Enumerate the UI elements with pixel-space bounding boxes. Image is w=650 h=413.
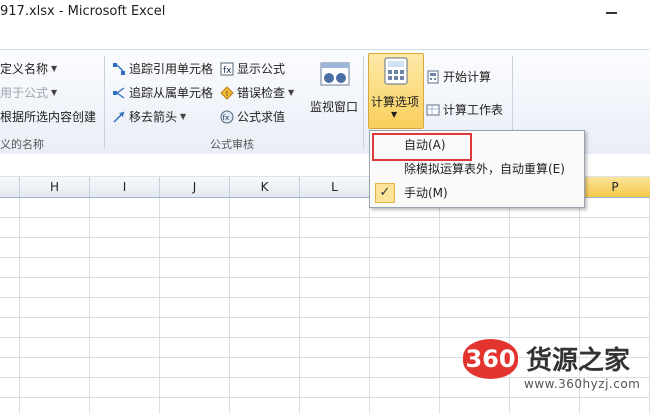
checkmark-icon: ✓ (375, 183, 395, 203)
show-formulas-label: 显示公式 (237, 62, 286, 76)
watch-window-icon (320, 62, 350, 86)
calculate-sheet-button[interactable]: 计算工作表 (426, 101, 503, 118)
menu-item-automatic-except-tables-label: 除模拟运算表外，自动重算(E) (404, 162, 565, 176)
column-header-partial[interactable] (0, 177, 20, 197)
watermark-url: www.360hyzj.com (524, 377, 641, 391)
watch-window-button[interactable]: 监视窗口 (310, 58, 360, 130)
calculation-options-menu: 自动(A) 除模拟运算表外，自动重算(E) ✓ 手动(M) (369, 130, 585, 208)
watermark-name: 货源之家 (526, 346, 631, 376)
trace-precedents-button[interactable]: 追踪引用单元格 (112, 60, 213, 77)
error-checking-button[interactable]: ! 错误检查 ▼ (220, 84, 294, 101)
evaluate-formula-label: 公式求值 (237, 110, 286, 124)
group-label-formula-auditing: 公式审核 (210, 138, 254, 151)
trace-dependents-button[interactable]: 追踪从属单元格 (112, 84, 213, 101)
column-header-p[interactable]: P (580, 177, 650, 197)
error-check-icon: ! (220, 85, 234, 100)
calculation-options-button[interactable]: 计算选项 ▼ (368, 53, 424, 129)
svg-text:!: ! (226, 90, 229, 98)
column-header-h[interactable]: H (20, 177, 90, 197)
calculate-sheet-icon (426, 104, 440, 115)
title-bar: 917.xlsx - Microsoft Excel (0, 0, 650, 27)
chevron-down-icon: ▼ (180, 112, 187, 121)
chevron-down-icon: ▼ (288, 88, 295, 97)
column-header-i[interactable]: I (90, 177, 160, 197)
menu-item-manual[interactable]: ✓ 手动(M) (370, 182, 584, 204)
calculate-now-label: 开始计算 (443, 70, 492, 84)
remove-arrows-button[interactable]: 移去箭头 ▼ (112, 108, 186, 125)
watermark-logo: 360 (463, 339, 518, 379)
define-name-button[interactable]: 定义名称 ▼ (0, 60, 57, 77)
group-divider (104, 56, 105, 148)
chevron-down-icon: ▼ (51, 64, 58, 73)
trace-precedents-icon (113, 62, 125, 75)
svg-text:fx: fx (223, 114, 230, 122)
minimize-button[interactable] (606, 12, 617, 14)
calculate-sheet-label: 计算工作表 (443, 103, 504, 117)
menu-item-manual-label: 手动(M) (404, 186, 448, 200)
column-header-k[interactable]: K (230, 177, 300, 197)
remove-arrows-label: 移去箭头 (129, 110, 178, 124)
create-from-selection-label: 根据所选内容创建 (0, 110, 97, 124)
window-title: 917.xlsx - Microsoft Excel (0, 4, 166, 19)
calculate-now-icon (427, 70, 439, 83)
calculation-options-label: 计算选项 (371, 95, 420, 109)
use-in-formula-label: 用于公式 (0, 86, 49, 100)
chevron-down-icon: ▼ (391, 110, 398, 119)
create-from-selection-button[interactable]: 根据所选内容创建 (0, 108, 96, 125)
group-label-defined-names: 义的名称 (0, 138, 44, 151)
show-formulas-icon: fx (220, 62, 234, 76)
trace-dependents-label: 追踪从属单元格 (129, 86, 214, 100)
calculate-now-button[interactable]: 开始计算 (426, 68, 491, 85)
evaluate-formula-icon: fx (220, 110, 234, 123)
use-in-formula-button[interactable]: 用于公式 ▼ (0, 84, 57, 101)
show-formulas-button[interactable]: fx 显示公式 (220, 60, 285, 77)
svg-text:fx: fx (223, 66, 232, 76)
column-header-j[interactable]: J (160, 177, 230, 197)
group-divider (363, 56, 364, 148)
chevron-down-icon: ▼ (51, 88, 58, 97)
menu-item-automatic-except-tables[interactable]: 除模拟运算表外，自动重算(E) (370, 158, 584, 180)
highlight-box (372, 133, 472, 161)
column-header-l[interactable]: L (300, 177, 370, 197)
define-name-label: 定义名称 (0, 62, 49, 76)
evaluate-formula-button[interactable]: fx 公式求值 (220, 108, 285, 125)
error-checking-label: 错误检查 (237, 86, 286, 100)
trace-precedents-label: 追踪引用单元格 (129, 62, 214, 76)
remove-arrows-icon (113, 110, 125, 123)
ribbon-tab-strip: △ ? (0, 27, 650, 73)
watch-window-label: 监视窗口 (310, 100, 359, 114)
trace-dependents-icon (113, 86, 125, 99)
calculator-icon (384, 57, 408, 85)
